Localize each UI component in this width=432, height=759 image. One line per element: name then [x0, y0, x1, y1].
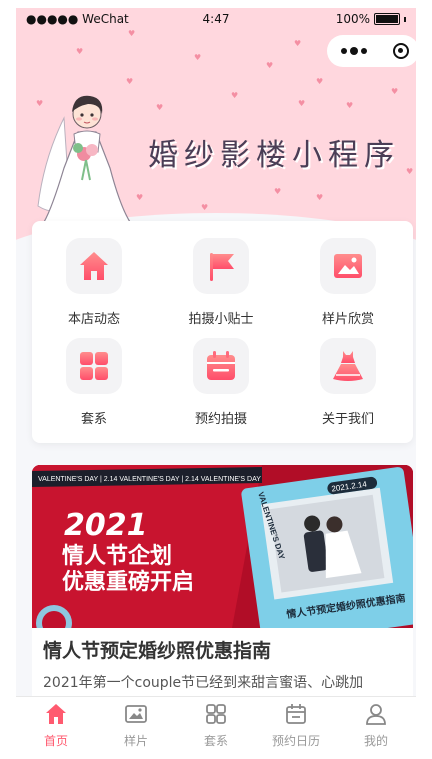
- menu-label: 关于我们: [321, 412, 374, 427]
- menu-item-tips[interactable]: 拍摄小贴士: [159, 238, 283, 327]
- more-icon[interactable]: [341, 47, 367, 55]
- tab-label: 套系: [203, 734, 228, 748]
- bride-illustration: [37, 95, 132, 223]
- dress-icon: [333, 351, 363, 381]
- banner-artwork: VALENTINE'S DAY | 2.14 VALENTINE'S DAY |…: [32, 465, 413, 628]
- phone-screen: ♥ ♥ ♥ ♥ ♥ ♥ ♥ ♥ ♥ ♥ ♥ ♥ ♥ ♥ ♥ ♥ ♥ ♥ ●●●●…: [16, 8, 416, 748]
- picture-icon: [334, 254, 362, 278]
- tab-samples[interactable]: 样片: [96, 697, 176, 748]
- menu-item-store-news[interactable]: 本店动态: [32, 238, 156, 327]
- battery-percent: 100%: [335, 12, 370, 26]
- menu-item-samples[interactable]: 样片欣赏: [286, 238, 410, 327]
- battery-indicator: 100%: [336, 12, 406, 26]
- home-tab-icon: [46, 704, 66, 724]
- menu-label: 套系: [80, 412, 107, 427]
- article-title: 情人节预定婚纱照优惠指南: [43, 640, 272, 662]
- menu-item-about[interactable]: 关于我们: [286, 338, 410, 427]
- calendar-icon: [207, 351, 235, 380]
- tab-label: 首页: [43, 734, 68, 748]
- tab-home[interactable]: 首页: [16, 697, 96, 748]
- menu-label: 样片欣赏: [321, 312, 374, 327]
- banner-year: 2021: [64, 508, 148, 543]
- battery-icon: [374, 13, 400, 25]
- tab-packages[interactable]: 套系: [176, 697, 256, 748]
- calendar-tab-icon: [286, 704, 306, 724]
- tab-bar: 首页 样片 套系 预约日历 我的: [16, 696, 416, 748]
- tab-booking-calendar[interactable]: 预约日历: [256, 697, 336, 748]
- grid-tab-icon: [206, 704, 226, 724]
- menu-label: 拍摄小贴士: [188, 312, 254, 327]
- tab-label: 我的: [363, 734, 388, 748]
- article-excerpt: 2021年第一个couple节已经到来甜言蜜语、心跳加: [43, 675, 364, 691]
- menu-card: 本店动态 拍摄小贴士 样片欣赏 套系 预约拍摄 关于我们: [32, 221, 413, 443]
- tab-label: 预约日历: [271, 734, 320, 748]
- user-tab-icon: [366, 704, 386, 725]
- tab-label: 样片: [123, 734, 148, 748]
- status-bar: ●●●●● WeChat 4:47 100%: [16, 8, 416, 30]
- mini-program-capsule: [327, 35, 416, 67]
- banner-ticker: VALENTINE'S DAY | 2.14 VALENTINE'S DAY |…: [38, 476, 261, 483]
- menu-item-booking[interactable]: 预约拍摄: [159, 338, 283, 427]
- promo-banner[interactable]: VALENTINE'S DAY | 2.14 VALENTINE'S DAY |…: [32, 465, 413, 628]
- home-icon: [80, 252, 108, 280]
- banner-line1: 情人节企划: [62, 543, 172, 569]
- menu-item-packages[interactable]: 套系: [32, 338, 156, 427]
- banner-line2: 优惠重磅开启: [62, 569, 194, 595]
- menu-label: 预约拍摄: [194, 412, 247, 427]
- image-tab-icon: [125, 705, 147, 723]
- flag-icon: [210, 253, 234, 281]
- menu-label: 本店动态: [67, 312, 120, 327]
- page-title: 婚纱影楼小程序: [148, 138, 400, 173]
- grid-icon: [80, 352, 108, 380]
- tab-mine[interactable]: 我的: [336, 697, 416, 748]
- close-target-icon[interactable]: [393, 43, 409, 59]
